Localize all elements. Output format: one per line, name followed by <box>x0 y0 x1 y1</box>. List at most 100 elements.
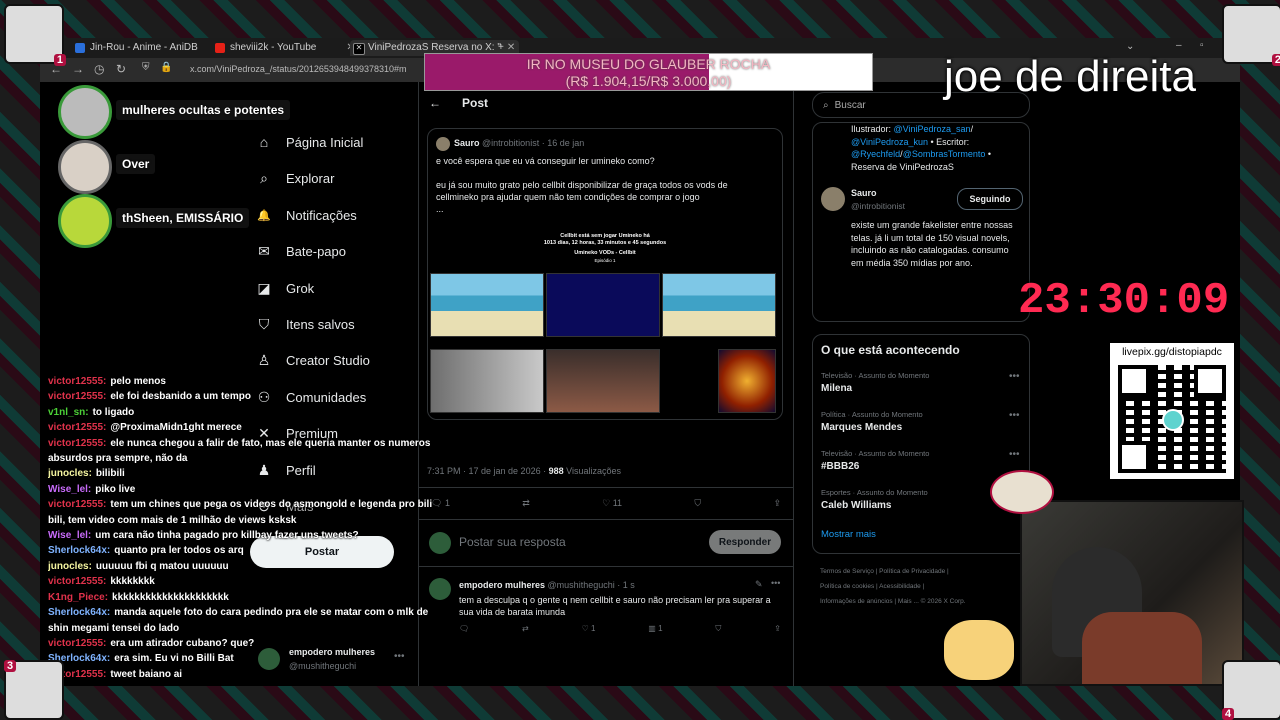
video-thumbnail[interactable] <box>430 273 544 337</box>
shield-icon[interactable]: ⛨ <box>142 62 150 73</box>
corner-number: 1 <box>53 54 66 66</box>
like-icon[interactable]: ♡ 1 <box>582 624 596 634</box>
retweet-icon[interactable]: ⇄ <box>522 624 529 634</box>
chat-text: era um atirador cubano? que? <box>110 637 255 649</box>
tab-label: sheviii2k - YouTube <box>230 42 317 53</box>
video-thumbnail[interactable] <box>546 273 660 337</box>
reply-icon[interactable]: 🗨 <box>459 624 469 634</box>
reply-text: tem a desculpa q o gente q nem cellbit e… <box>459 595 771 617</box>
video-thumbnail[interactable] <box>662 273 776 337</box>
chat-text: absurdos pra sempre, não da <box>48 453 188 465</box>
sidebar-item-explore[interactable]: ⌕ Explorar <box>256 166 334 190</box>
close-tab-icon[interactable]: ✕ <box>507 42 515 53</box>
tab-youtube[interactable]: sheviii2k - YouTube✕ <box>212 40 355 56</box>
media-caption: Cellbit está sem jogar Umineko há 1013 d… <box>543 233 667 263</box>
qr-code-icon <box>1118 365 1226 473</box>
share-icon[interactable]: ⇪ <box>774 624 781 634</box>
chat-message: Sherlock64x: manda aquele foto do cara pe… <box>48 605 448 620</box>
tweet-date: 16 de jan <box>547 138 585 148</box>
like-icon[interactable]: ♡ 11 <box>602 498 622 509</box>
chat-message: junocles: uuuuuu fbi q matou uuuuuu <box>48 559 448 574</box>
avatar <box>436 137 450 151</box>
trend-item[interactable]: Esportes · Assunto do Momento Caleb Willi… <box>821 488 1020 511</box>
chat-text: @ProximaMidn1ght merece <box>110 422 242 434</box>
chat-username[interactable]: Sherlock64x: <box>48 545 110 556</box>
chat-username[interactable]: Wise_lel: <box>48 484 91 495</box>
follow-name[interactable]: Sauro <box>851 188 877 198</box>
share-icon[interactable]: ⇪ <box>773 498 781 509</box>
sidebar-item-home[interactable]: ⌂ Página Inicial <box>256 130 364 154</box>
tab-anidb[interactable]: Jin-Rou - Anime - AniDB✕ <box>72 40 224 56</box>
trend-item[interactable]: Política · Assunto do Momento Marques Men… <box>821 410 1020 433</box>
more-icon[interactable]: ••• <box>771 578 780 588</box>
maximize-icon[interactable]: ▫ <box>1200 40 1204 51</box>
more-icon[interactable]: ••• <box>1009 410 1020 421</box>
sidebar-item-bookmarks[interactable]: ⛉ Itens salvos <box>256 312 355 336</box>
sidebar-item-notifications[interactable]: 🔔 Notificações <box>256 203 357 227</box>
lock-icon[interactable]: 🔒 <box>160 62 172 73</box>
following-button[interactable]: Seguindo <box>957 188 1023 210</box>
minimize-icon[interactable]: – <box>1176 40 1182 51</box>
post-actions: 🗨 1 ⇄ ♡ 11 ⛉ ⇪ <box>431 498 781 509</box>
chat-username[interactable]: K1ng_Piece: <box>48 592 108 603</box>
sidebar-item-label: Explorar <box>286 170 335 186</box>
trend-item[interactable]: Televisão · Assunto do Momento Milena ••• <box>821 371 1020 394</box>
bookmark-icon[interactable]: ⛉ <box>715 624 721 634</box>
chat-text: ele nunca chegou a falir de fato, mas el… <box>110 437 431 449</box>
more-icon[interactable]: ••• <box>1009 371 1020 382</box>
avatar[interactable] <box>821 187 845 211</box>
follow-handle: @introbitionist <box>851 201 905 211</box>
chat-username[interactable]: victor12555: <box>48 499 106 510</box>
video-thumbnail[interactable] <box>718 349 776 413</box>
bookmark-icon[interactable]: ⛉ <box>694 498 701 509</box>
reply-tweet[interactable]: empodero mulheres @mushitheguchi · 1 s ✎… <box>419 566 793 642</box>
like-count: 11 <box>612 498 623 508</box>
chat-username[interactable]: victor12555: <box>48 438 106 449</box>
tab-list-icon[interactable]: ⌄ <box>1126 41 1134 52</box>
reply-button[interactable]: Responder <box>709 530 781 554</box>
chat-message: victor12555: era um atirador cubano? que? <box>48 636 448 651</box>
viewer-name: mulheres ocultas e potentes <box>116 100 291 120</box>
sidebar-item-chat[interactable]: ✉ Bate-papo <box>256 239 346 263</box>
chat-username[interactable]: v1nl_sn: <box>48 407 89 418</box>
reply-input[interactable]: Postar sua resposta <box>459 535 566 549</box>
show-more-link[interactable]: Mostrar mais <box>821 529 876 540</box>
address-input[interactable]: x.com/ViniPedroza_/status/20126539484993… <box>190 64 407 74</box>
chat-username[interactable]: victor12555: <box>48 638 106 649</box>
history-icon[interactable]: ◷ <box>94 62 104 76</box>
edit-icon[interactable]: ✎ <box>755 579 763 590</box>
avatar: 3 <box>4 660 64 720</box>
trend-item[interactable]: Televisão · Assunto do Momento #BBB26 ••• <box>821 449 1020 472</box>
chat-username[interactable]: junocles: <box>48 561 92 572</box>
main-column: ← Post Sauro @introbitionist · 16 de jan… <box>418 82 794 686</box>
reload-icon[interactable]: ↻ <box>116 62 126 76</box>
tweet-text-2: eu já sou muito grato pelo cellbit dispo… <box>436 180 728 202</box>
views-icon[interactable]: ▥ 1 <box>648 624 662 634</box>
footer-links[interactable]: Termos de Serviço | Política de Privacid… <box>820 564 1030 609</box>
video-thumbnail[interactable] <box>546 349 660 413</box>
sidebar-item-creator-studio[interactable]: ♙ Creator Studio <box>256 348 370 372</box>
back-arrow-icon[interactable]: ← <box>429 96 441 110</box>
tweet-media[interactable]: Cellbit está sem jogar Umineko há 1013 d… <box>428 225 782 419</box>
overlay-title: joe de direita <box>944 52 1196 101</box>
retweet-icon[interactable]: ⇄ <box>522 498 530 509</box>
chat-text: kkkkkkkk <box>110 576 155 588</box>
sidebar-item-grok[interactable]: ◪ Grok <box>256 276 314 300</box>
quoted-tweet[interactable]: Sauro @introbitionist · 16 de jan e você… <box>427 128 783 420</box>
chat-username[interactable]: victor12555: <box>48 422 106 433</box>
chat-username[interactable]: victor12555: <box>48 376 106 387</box>
author-name: empodero mulheres <box>459 580 546 590</box>
chat-text: to ligado <box>92 406 135 418</box>
chat-message: victor12555: pelo menos <box>48 374 448 389</box>
chat-message: Sherlock64x: quanto pra ler todos os arq <box>48 543 448 558</box>
more-icon[interactable]: ••• <box>1009 449 1020 460</box>
mail-icon: ✉ <box>258 242 270 259</box>
forward-arrow-icon[interactable]: → <box>72 62 84 76</box>
chat-username[interactable]: victor12555: <box>48 576 106 587</box>
chat-username[interactable]: victor12555: <box>48 391 106 402</box>
chat-username[interactable]: Sherlock64x: <box>48 607 110 618</box>
chat-username[interactable]: Wise_lel: <box>48 530 91 541</box>
chat-text: shin megami tensei do lado <box>48 622 180 634</box>
creator-icon: ♙ <box>257 351 271 368</box>
chat-username[interactable]: junocles: <box>48 468 92 479</box>
